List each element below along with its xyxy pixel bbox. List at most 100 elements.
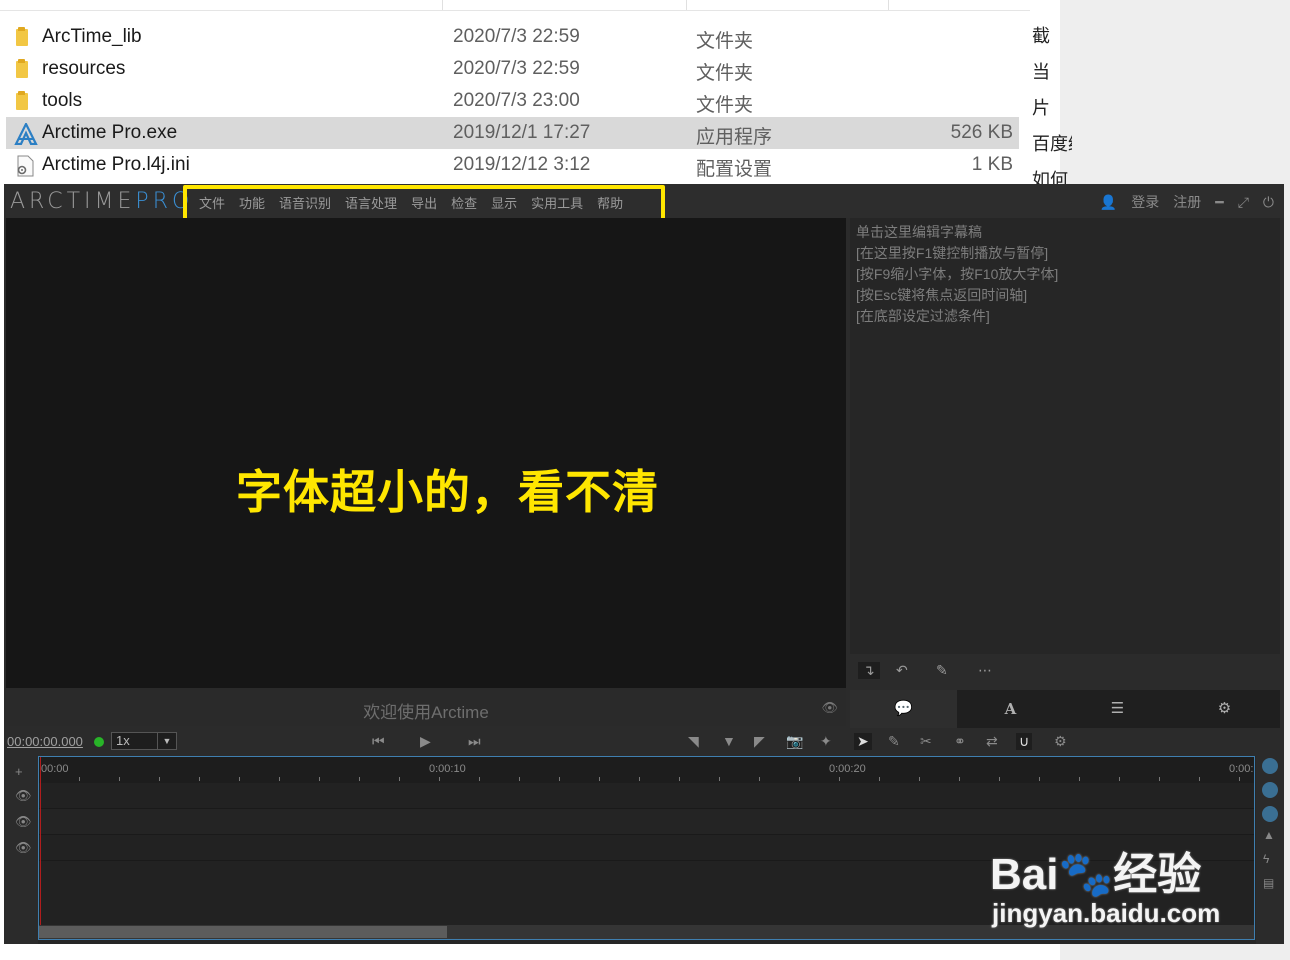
file-type: 文件夹 bbox=[696, 31, 754, 52]
ruler-tick bbox=[679, 777, 680, 781]
file-type: 应用程序 bbox=[696, 127, 773, 148]
file-name: tools bbox=[42, 90, 83, 111]
minimize-icon[interactable]: ━ bbox=[1215, 194, 1223, 211]
watermark-logo: Bai🐾经验 bbox=[990, 850, 1202, 899]
editor-line: [在底部设定过滤条件] bbox=[856, 308, 990, 324]
list-icon[interactable]: ▤ bbox=[1263, 876, 1274, 890]
file-date: 2020/7/3 22:59 bbox=[453, 26, 580, 47]
register-link[interactable]: 注册 bbox=[1173, 192, 1201, 212]
ini-file-icon bbox=[14, 155, 36, 177]
scissors-icon[interactable]: ✂ bbox=[920, 733, 932, 750]
tab-font-style[interactable]: A bbox=[957, 690, 1064, 728]
timecode-display[interactable]: 00:00:00.000 bbox=[7, 734, 83, 749]
lightning-icon[interactable]: ϟ bbox=[1263, 852, 1269, 866]
arctime-app-icon bbox=[14, 121, 38, 146]
file-name: ArcTime_lib bbox=[42, 26, 142, 47]
watermark-url: jingyan.baidu.com bbox=[992, 898, 1221, 928]
ruler-tick bbox=[839, 777, 840, 781]
arctime-logo: ARCTIMEPRO bbox=[10, 189, 194, 214]
magnet-icon[interactable]: ∪ bbox=[1016, 733, 1033, 750]
tab-subtitles[interactable]: 💬 bbox=[850, 690, 957, 728]
ruler-tick bbox=[119, 777, 120, 781]
cursor-icon[interactable]: ➤ bbox=[854, 733, 872, 750]
track-row[interactable] bbox=[39, 783, 1254, 809]
import-icon[interactable]: ↴ bbox=[858, 662, 880, 679]
ruler-tick bbox=[599, 777, 600, 781]
ruler-tick bbox=[1039, 777, 1040, 781]
ruler-tick bbox=[1079, 777, 1080, 781]
track-headers: + 👁 👁 👁 bbox=[4, 756, 38, 944]
editor-toolbar: ↴ ↶ ✎ ⋯ bbox=[850, 654, 1280, 690]
eye-icon[interactable]: 👁 bbox=[15, 840, 32, 856]
camera-icon[interactable]: 📷 bbox=[786, 733, 803, 750]
ruler-tick bbox=[159, 777, 160, 781]
mark-out-icon[interactable]: ◤ bbox=[754, 733, 765, 750]
welcome-text: 欢迎使用Arctime bbox=[363, 703, 489, 722]
annotation-caption: 字体超小的，看不清 bbox=[236, 466, 659, 518]
link-icon[interactable]: ⚭ bbox=[954, 733, 966, 750]
ruler-tick bbox=[279, 777, 280, 781]
skip-start-icon[interactable]: ⏮ bbox=[372, 733, 385, 750]
title-bar: ARCTIMEPRO 文件 功能 语音识别 语言处理 导出 检查 显示 实用工具… bbox=[4, 184, 1284, 227]
zoom-dial-icon[interactable] bbox=[1262, 758, 1278, 774]
folder-icon bbox=[14, 27, 36, 47]
eye-icon[interactable]: 👁 bbox=[15, 788, 32, 804]
user-icon: 👤 bbox=[1099, 193, 1118, 210]
power-icon[interactable]: ⏻ bbox=[1263, 194, 1274, 211]
undo-icon[interactable]: ↶ bbox=[896, 662, 908, 679]
ruler-tick bbox=[959, 777, 960, 781]
ruler-label: 00:00 bbox=[41, 763, 69, 775]
pencil-icon[interactable]: ✎ bbox=[936, 662, 948, 679]
eye-icon[interactable]: 👁 bbox=[15, 814, 32, 830]
tab-settings[interactable]: ⚙ bbox=[1171, 690, 1278, 728]
file-row[interactable]: resources 2020/7/3 22:59 文件夹 bbox=[6, 53, 1019, 85]
video-preview[interactable]: 字体超小的，看不清 bbox=[6, 218, 846, 688]
ruler-tick bbox=[1199, 777, 1200, 781]
magic-wand-icon[interactable]: ✦ bbox=[820, 733, 832, 750]
column-header bbox=[0, 0, 1030, 11]
editor-line: 单击这里编辑字幕稿 bbox=[856, 224, 982, 240]
baidu-watermark: Bai🐾经验 jingyan.baidu.com bbox=[990, 820, 1230, 940]
gear-icon[interactable]: ⚙ bbox=[1054, 733, 1067, 750]
ruler-tick bbox=[879, 777, 880, 781]
ruler-tick bbox=[559, 777, 560, 781]
file-row[interactable]: Arctime Pro.l4j.ini 2019/12/12 3:12 配置设置… bbox=[6, 149, 1019, 181]
skip-end-icon[interactable]: ⏭ bbox=[468, 733, 481, 750]
eye-icon[interactable]: 👁 bbox=[821, 700, 838, 716]
ruler-tick bbox=[1159, 777, 1160, 781]
ruler-tick bbox=[1119, 777, 1120, 781]
ruler-tick bbox=[719, 777, 720, 781]
ruler-tick bbox=[479, 777, 480, 781]
file-row[interactable]: ArcTime_lib 2020/7/3 22:59 文件夹 bbox=[6, 21, 1019, 53]
speed-select[interactable]: 1x ▼ bbox=[111, 732, 177, 750]
zoom-dial-icon[interactable] bbox=[1262, 806, 1278, 822]
edit-icon[interactable]: ✎ bbox=[888, 733, 900, 750]
swap-icon[interactable]: ⇄ bbox=[986, 733, 998, 750]
tab-list[interactable]: ☰ bbox=[1064, 690, 1171, 728]
add-track-icon[interactable]: + bbox=[15, 764, 23, 779]
ruler-label: 0:00: bbox=[1229, 763, 1254, 775]
ruler-tick bbox=[239, 777, 240, 781]
scrollbar-thumb[interactable] bbox=[39, 926, 447, 938]
play-icon[interactable]: ▶ bbox=[420, 733, 431, 750]
zoom-dial-icon[interactable] bbox=[1262, 782, 1278, 798]
file-row[interactable]: tools 2020/7/3 23:00 文件夹 bbox=[6, 85, 1019, 117]
file-date: 2019/12/1 17:27 bbox=[453, 122, 591, 143]
ruler-tick bbox=[519, 777, 520, 781]
waveform-icon[interactable]: ▲ bbox=[1263, 828, 1275, 842]
playhead[interactable] bbox=[40, 757, 41, 927]
maximize-icon[interactable]: ⤢ bbox=[1238, 194, 1249, 211]
file-size: 1 KB bbox=[971, 154, 1013, 175]
more-icon[interactable]: ⋯ bbox=[978, 662, 992, 679]
file-type: 配置设置 bbox=[696, 159, 773, 180]
mark-down-icon[interactable]: ▼ bbox=[722, 733, 736, 749]
ruler-tick bbox=[1239, 777, 1240, 781]
subtitle-editor[interactable]: 单击这里编辑字幕稿 [在这里按F1键控制播放与暂停] [按F9缩小字体，按F10… bbox=[850, 218, 1280, 654]
file-date: 2020/7/3 23:00 bbox=[453, 90, 580, 111]
ruler-tick bbox=[999, 777, 1000, 781]
folder-icon bbox=[14, 91, 36, 111]
time-ruler[interactable]: 00:00 0:00:10 0:00:20 0:00: bbox=[39, 757, 1254, 783]
file-row-selected[interactable]: Arctime Pro.exe 2019/12/1 17:27 应用程序 526… bbox=[6, 117, 1019, 149]
login-link[interactable]: 登录 bbox=[1131, 192, 1159, 212]
mark-in-icon[interactable]: ◥ bbox=[688, 733, 699, 750]
